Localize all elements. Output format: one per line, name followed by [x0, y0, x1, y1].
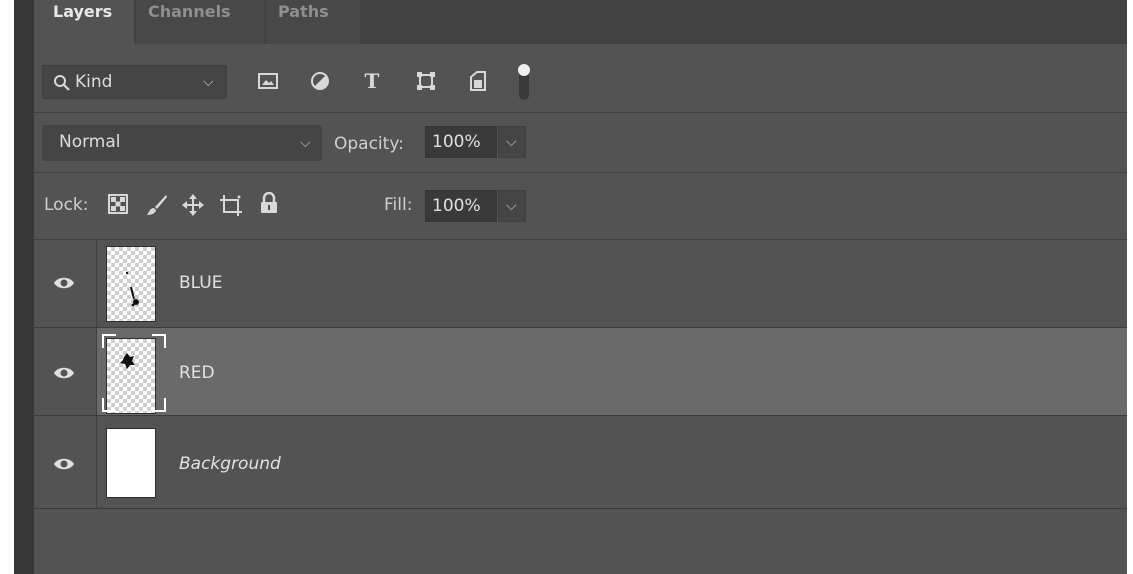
layer-name[interactable]: RED: [179, 363, 215, 383]
smart-object-filter-icon[interactable]: [466, 66, 490, 96]
eye-icon: [54, 277, 74, 289]
lock-row: Lock: Fill: 100% ⌵: [34, 173, 1127, 240]
blend-mode-select[interactable]: Normal ⌵: [42, 125, 322, 161]
fill-label: Fill:: [384, 195, 413, 215]
chevron-down-icon: ⌵: [300, 135, 311, 151]
blend-row: Normal ⌵ Opacity: 100% ⌵: [34, 113, 1127, 173]
opacity-dropdown[interactable]: ⌵: [498, 126, 526, 158]
layer-name[interactable]: BLUE: [179, 273, 222, 293]
eye-icon: [54, 367, 74, 379]
window-frame-right: [1127, 0, 1133, 574]
visibility-toggle[interactable]: [34, 416, 97, 508]
fill-input[interactable]: 100%: [425, 190, 497, 222]
tab-layers[interactable]: Layers: [34, 0, 134, 44]
lock-all-icon[interactable]: [260, 191, 278, 218]
panel-tab-bar: Layers Channels Paths: [34, 0, 1127, 44]
chevron-down-icon: ⌵: [506, 198, 517, 214]
eye-icon: [54, 458, 74, 470]
layer-row-red[interactable]: RED: [34, 328, 1127, 416]
selection-corner: [102, 334, 116, 348]
opacity-label: Opacity:: [334, 134, 404, 154]
layer-row-background[interactable]: Background: [34, 416, 1127, 509]
opacity-input[interactable]: 100%: [425, 126, 497, 158]
lock-transparent-pixels-icon[interactable]: [108, 194, 128, 218]
adjustment-filter-icon[interactable]: [308, 66, 332, 96]
layer-thumbnail: [106, 246, 156, 322]
selection-corner: [102, 398, 116, 412]
lock-artboard-icon[interactable]: [220, 194, 242, 220]
selection-corner: [152, 334, 166, 348]
lock-position-icon[interactable]: [182, 194, 204, 220]
layers-panel: Layers Channels Paths Kind ⌵ T Normal ⌵ …: [34, 0, 1127, 574]
filter-row: Kind ⌵ T: [34, 52, 1127, 113]
filter-kind-label: Kind: [75, 72, 113, 92]
visibility-toggle[interactable]: [34, 240, 97, 327]
layer-row-blue[interactable]: BLUE: [34, 240, 1127, 328]
type-filter-icon[interactable]: T: [360, 66, 384, 96]
layer-thumbnail: [106, 428, 156, 498]
shape-filter-icon[interactable]: [414, 66, 438, 96]
search-icon: [54, 75, 70, 91]
blend-mode-value: Normal: [59, 132, 121, 152]
chevron-down-icon: ⌵: [506, 134, 517, 150]
layer-name[interactable]: Background: [179, 454, 281, 474]
panel-left-border: [14, 0, 34, 574]
fill-dropdown[interactable]: ⌵: [498, 190, 526, 222]
window-frame-left: [0, 0, 14, 574]
filter-toggle-icon[interactable]: [512, 62, 536, 102]
chevron-down-icon: ⌵: [203, 74, 214, 90]
lock-image-pixels-icon[interactable]: [146, 194, 168, 220]
selection-corner: [152, 398, 166, 412]
tab-channels[interactable]: Channels: [136, 0, 264, 44]
filter-kind-select[interactable]: Kind ⌵: [42, 65, 227, 99]
image-filter-icon[interactable]: [256, 66, 280, 96]
tab-paths[interactable]: Paths: [266, 0, 360, 44]
visibility-toggle[interactable]: [34, 328, 97, 415]
lock-label: Lock:: [44, 195, 89, 215]
